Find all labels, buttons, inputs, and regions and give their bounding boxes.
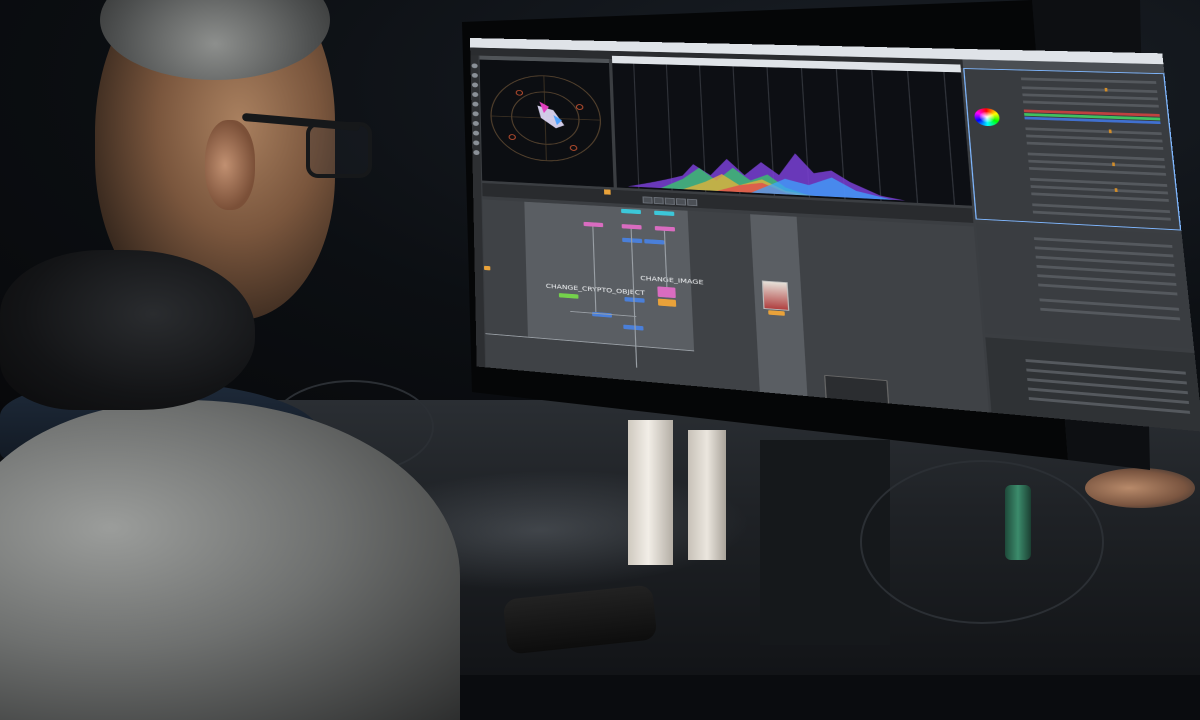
graph-node[interactable] (657, 298, 677, 307)
tool-icon[interactable] (472, 92, 479, 98)
play-icon[interactable] (642, 196, 653, 204)
knob-slider[interactable] (1020, 77, 1157, 84)
knob-slider[interactable] (1038, 283, 1178, 296)
knob-slider[interactable] (1031, 192, 1169, 202)
vectorscope-panel (479, 59, 614, 188)
vectorscope-graph (480, 60, 614, 188)
properties-panel-grade (963, 68, 1182, 231)
tool-icon[interactable] (471, 82, 479, 88)
histogram-panel (612, 63, 972, 206)
tool-icon[interactable] (472, 120, 479, 126)
play-icon[interactable] (653, 196, 664, 205)
monitor-stand-post (628, 420, 673, 565)
knob-marker[interactable] (1114, 188, 1118, 192)
knob-slider[interactable] (1033, 237, 1173, 248)
tool-icon[interactable] (471, 72, 478, 78)
knob-slider[interactable] (1026, 134, 1163, 143)
graph-node[interactable] (657, 286, 676, 299)
photo-scene: CHANGE_CRYPTO_OBJECT CHANGE_IMAGE (0, 0, 1200, 720)
monitor-stand-post-secondary (688, 430, 726, 560)
properties-panel-secondary (975, 223, 1195, 350)
stop-icon[interactable] (664, 197, 675, 205)
knob-slider[interactable] (1021, 86, 1158, 94)
play-icon[interactable] (675, 198, 687, 206)
tool-icon[interactable] (473, 140, 480, 146)
knob-slider[interactable] (1035, 255, 1175, 267)
knob-slider[interactable] (1028, 166, 1167, 176)
knob-marker[interactable] (1108, 129, 1112, 134)
histogram-graph (626, 63, 972, 206)
tool-icon[interactable] (472, 111, 479, 117)
knob-marker[interactable] (1104, 87, 1108, 92)
tool-icon[interactable] (473, 150, 480, 156)
knob-slider[interactable] (1034, 246, 1174, 258)
playhead[interactable] (603, 189, 611, 195)
image-thumbnail[interactable] (761, 280, 790, 311)
tool-icon[interactable] (471, 63, 478, 69)
knob-marker[interactable] (1112, 162, 1116, 167)
cable (270, 380, 434, 474)
cable (860, 460, 1104, 624)
knob-slider[interactable] (1040, 307, 1181, 321)
hand (1085, 468, 1195, 508)
knob-slider[interactable] (1022, 93, 1159, 101)
play-icon[interactable] (686, 198, 698, 207)
knob-slider[interactable] (1032, 210, 1171, 221)
tool-icon[interactable] (472, 101, 479, 107)
knob-slider[interactable] (1025, 127, 1162, 136)
bottle (1005, 485, 1031, 560)
monitor-screen: CHANGE_CRYPTO_OBJECT CHANGE_IMAGE (470, 38, 1200, 432)
tool-icon[interactable] (472, 130, 480, 136)
knob-slider[interactable] (1022, 100, 1159, 108)
graph-node[interactable] (484, 265, 491, 271)
knob-slider[interactable] (1026, 141, 1164, 150)
